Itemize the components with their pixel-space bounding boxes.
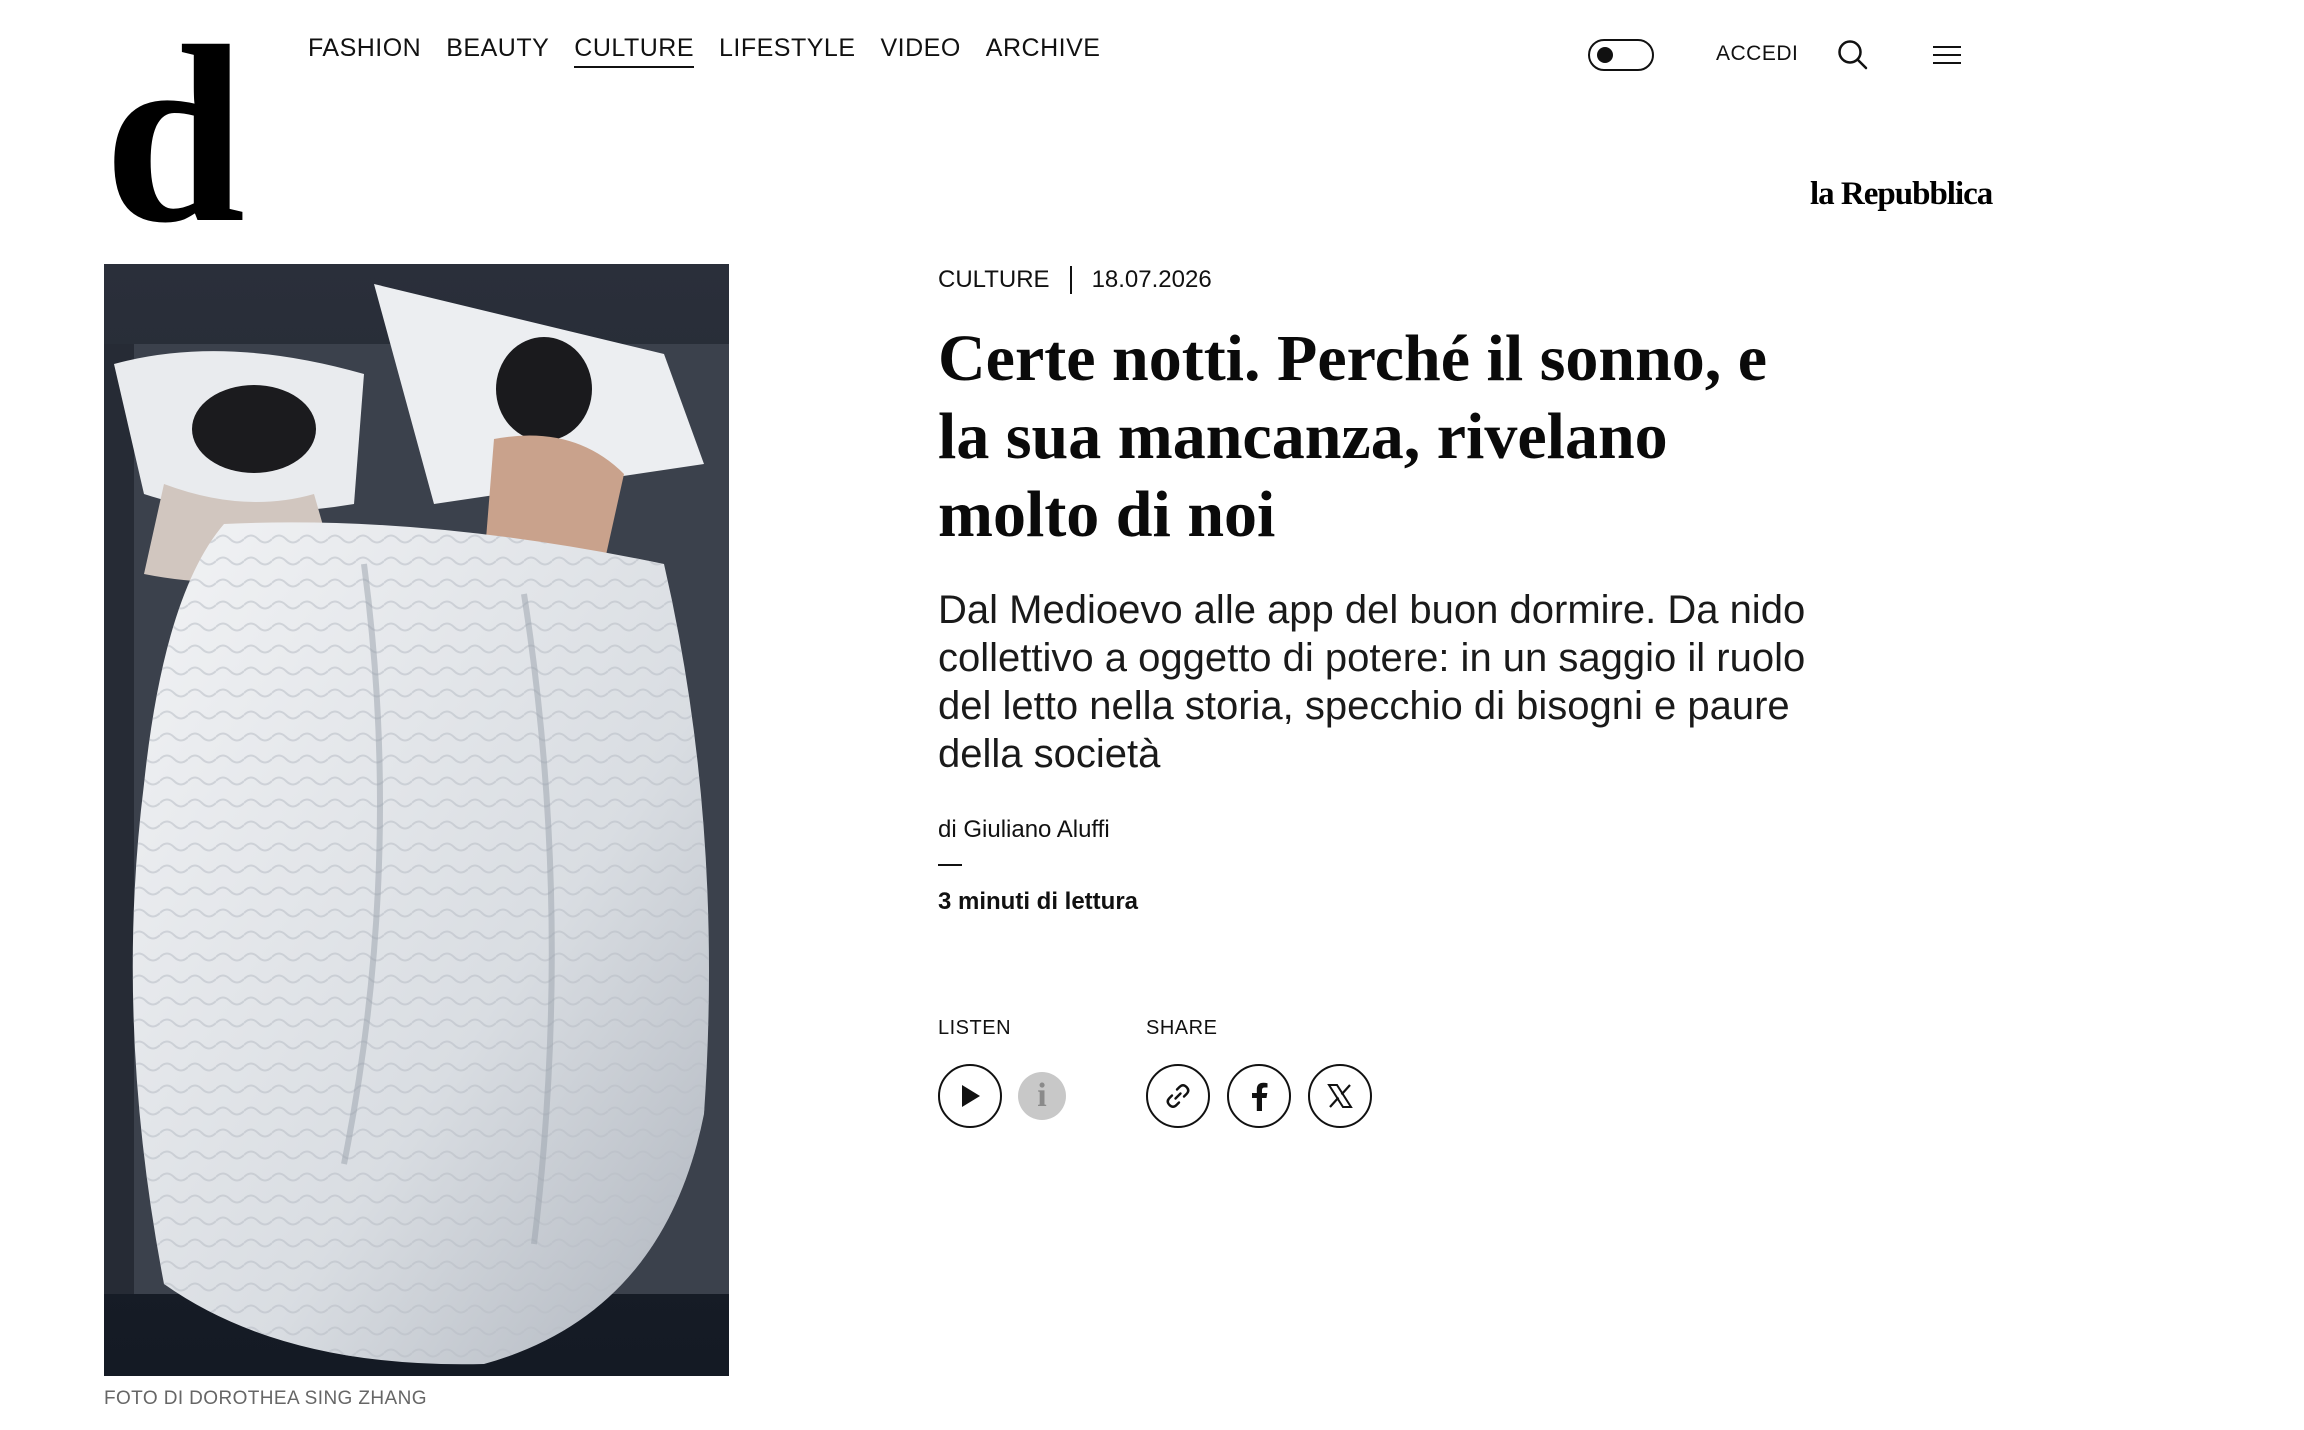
byline-divider [938, 864, 962, 866]
partner-logo[interactable]: la Repubblica [1810, 176, 1993, 213]
read-time: 3 minuti di lettura [938, 888, 1139, 915]
toggle-icon [1597, 47, 1613, 63]
theme-toggle[interactable] [1588, 39, 1654, 71]
listen-play-button[interactable] [938, 1064, 1002, 1128]
share-facebook-button[interactable] [1227, 1064, 1291, 1128]
article-meta: CULTURE 18.07.2026 [938, 266, 1212, 294]
info-icon: i [1037, 1077, 1047, 1114]
listen-label: LISTEN [938, 1017, 1012, 1039]
section-link[interactable]: CULTURE [938, 266, 1050, 294]
image-caption: FOTO DI DOROTHEA SING ZHANG [104, 1388, 427, 1409]
x-icon [1327, 1084, 1353, 1108]
link-icon [1166, 1084, 1190, 1108]
meta-divider [1069, 266, 1072, 294]
share-label: SHARE [1146, 1017, 1218, 1039]
share-x-button[interactable] [1308, 1064, 1372, 1128]
article-headline: Certe notti. Perché il sonno, e la sua m… [938, 322, 1768, 551]
facebook-icon [1252, 1082, 1268, 1111]
article-page: d FASHION BEAUTY CULTURE LIFESTYLE VIDEO… [0, 0, 2304, 1430]
hamburger-menu-icon [1933, 46, 1961, 64]
login-button[interactable]: ACCEDI [1716, 39, 1798, 69]
publish-date: 18.07.2026 [1091, 266, 1212, 293]
share-link-button[interactable] [1146, 1064, 1210, 1128]
menu-button[interactable] [1930, 40, 1964, 70]
author-byline[interactable]: di Giuliano Aluffi [938, 816, 1110, 844]
listen-info-button[interactable]: i [1018, 1072, 1066, 1120]
play-icon [962, 1085, 980, 1107]
hero-photo [104, 264, 729, 1376]
article-subtitle: Dal Medioevo alle app del buon dormire. … [938, 588, 1806, 776]
header-toolbar: ACCEDI [0, 36, 2304, 72]
hero-image [104, 264, 729, 1376]
search-button[interactable] [1836, 38, 1870, 72]
search-icon [1838, 40, 1868, 70]
